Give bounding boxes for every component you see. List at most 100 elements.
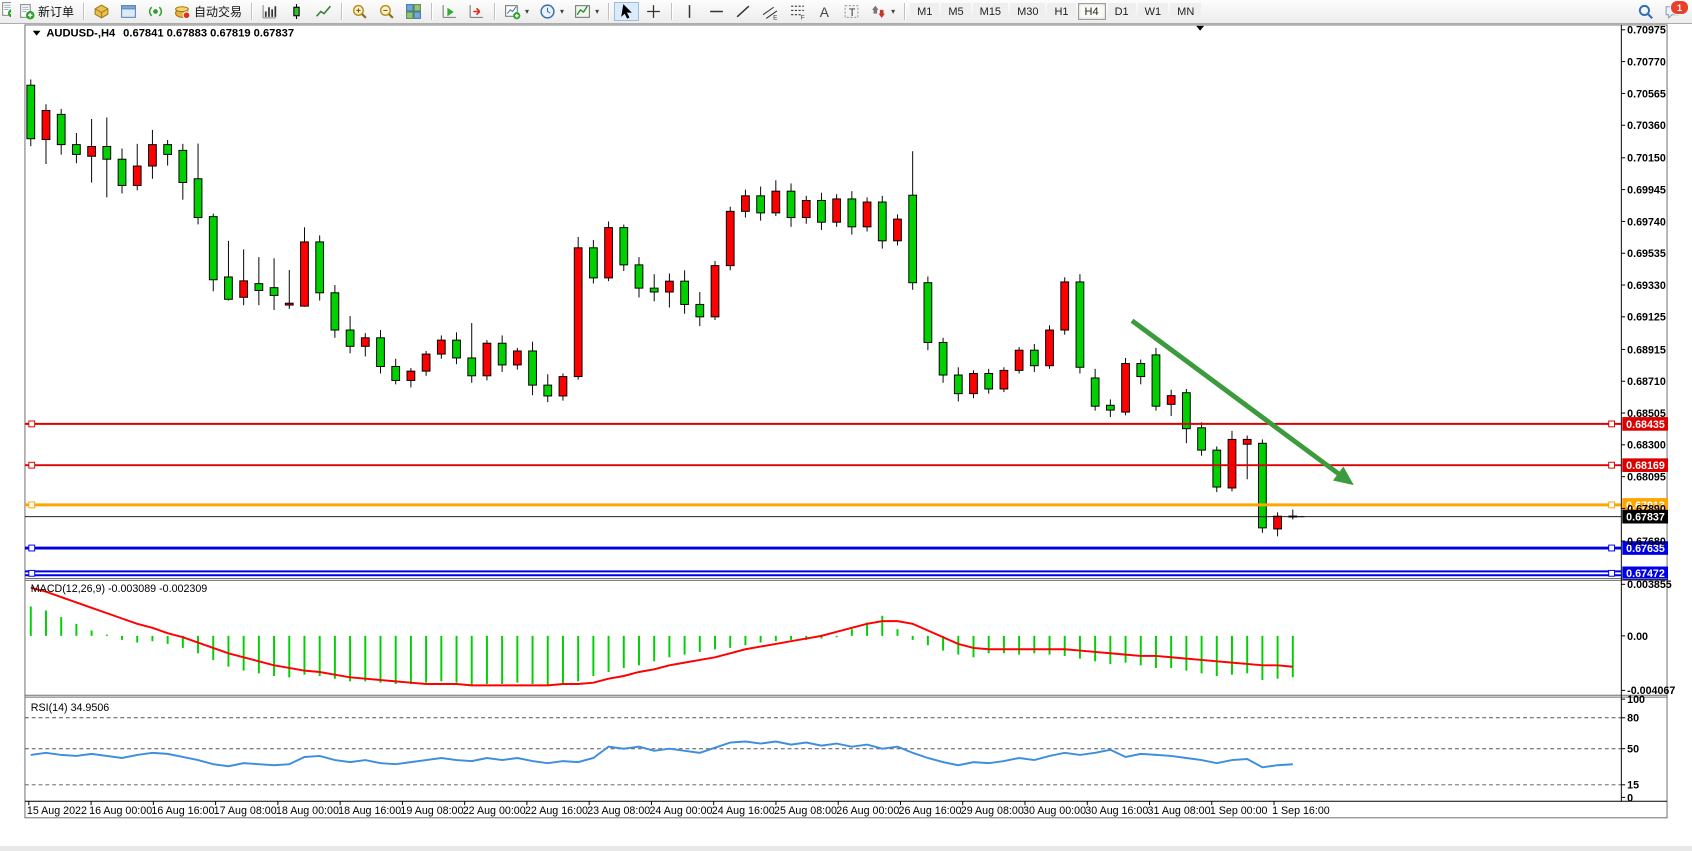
rsi-axis-label: 0: [1627, 792, 1633, 804]
fibonacci-button[interactable]: F: [785, 2, 810, 21]
chart-canvas[interactable]: 0.684350.681690.679130.678370.676350.674…: [0, 23, 1692, 846]
auto-trading-button-label: 自动交易: [194, 3, 242, 20]
line-handle[interactable]: [29, 462, 35, 468]
candle: [1106, 405, 1114, 410]
chevron-down-icon: ▾: [595, 7, 599, 16]
line-handle[interactable]: [29, 502, 35, 508]
new-chart-button[interactable]: ▾: [500, 2, 533, 21]
line-handle[interactable]: [1609, 570, 1615, 576]
time-axis-label: 30 Aug 16:00: [1085, 805, 1148, 817]
candle: [392, 366, 400, 380]
cursor-button[interactable]: [614, 2, 639, 21]
line-chart-mode-button[interactable]: [311, 2, 336, 21]
auto-scroll-icon: [441, 3, 458, 20]
search-button[interactable]: [1633, 2, 1658, 21]
time-axis-label: 18 Aug 16:00: [338, 805, 401, 817]
timeframe-h4[interactable]: H4: [1078, 3, 1106, 20]
toolbar-group-7: E F AT ▾: [676, 0, 900, 23]
macd-axis-label: 0.00: [1627, 631, 1648, 643]
timeframe-h1[interactable]: H1: [1047, 3, 1075, 20]
chart-shift-button[interactable]: [464, 2, 489, 21]
trendline-button[interactable]: [731, 2, 756, 21]
chart-header-symbol: AUDUSD-,H4: [46, 28, 116, 40]
toolbar-separator: [671, 3, 672, 20]
candle: [240, 281, 248, 297]
zoom-in-button[interactable]: [347, 2, 372, 21]
auto-scroll-button[interactable]: [437, 2, 462, 21]
timeframe-m30[interactable]: M30: [1010, 3, 1045, 20]
auto-trading-button[interactable]: 自动交易: [170, 2, 246, 21]
toolbar-separator: [494, 3, 495, 20]
crosshair-button[interactable]: [641, 2, 666, 21]
tile-windows-button[interactable]: [401, 2, 426, 21]
doc-plus-icon: [18, 3, 35, 20]
timeframe-m5[interactable]: M5: [941, 3, 970, 20]
line-handle[interactable]: [29, 570, 35, 576]
chart-shift-icon: [468, 3, 485, 20]
text-label-button[interactable]: T: [839, 2, 864, 21]
time-axis-label: 24 Aug 16:00: [712, 805, 775, 817]
timeframe-mn[interactable]: MN: [1170, 3, 1201, 20]
candle: [1152, 355, 1160, 406]
profiles-button[interactable]: ▾: [535, 2, 568, 21]
candle: [1091, 378, 1099, 406]
vertical-line-button[interactable]: [677, 2, 702, 21]
candle: [848, 199, 856, 227]
zoom-out-button[interactable]: [374, 2, 399, 21]
candle: [635, 265, 643, 288]
bar-chart-mode-button[interactable]: [257, 2, 282, 21]
rsi-axis-label: 15: [1627, 780, 1639, 792]
candle: [620, 228, 628, 265]
line-handle[interactable]: [29, 545, 35, 551]
timeframe-m15[interactable]: M15: [973, 3, 1008, 20]
price-axis-label: 0.69945: [1627, 185, 1666, 197]
candle: [73, 145, 81, 155]
line-handle[interactable]: [1609, 421, 1615, 427]
toolbar-separator: [251, 3, 252, 20]
market-depth-button[interactable]: [89, 2, 114, 21]
price-axis-label: 0.68710: [1627, 376, 1666, 388]
svg-text:T: T: [849, 7, 856, 19]
price-badge-label: 0.68169: [1626, 460, 1665, 472]
candle: [833, 199, 841, 222]
candle: [574, 248, 582, 377]
time-axis-label: 24 Aug 00:00: [649, 805, 712, 817]
toolbar-group-2: [256, 0, 337, 23]
toolbar-separator: [904, 3, 905, 20]
indicators-button[interactable]: ▾: [570, 2, 603, 21]
clock-icon: [539, 3, 556, 20]
candlestick-mode-button[interactable]: [284, 2, 309, 21]
candle: [1046, 330, 1054, 366]
new-order-button[interactable]: 新订单: [14, 2, 78, 21]
hline-icon: [708, 3, 725, 20]
arrows-button[interactable]: ▾: [866, 2, 899, 21]
horizontal-line-button[interactable]: [704, 2, 729, 21]
toolbar-group-3: [346, 0, 427, 23]
channel-button[interactable]: E: [758, 2, 783, 21]
candle: [1061, 282, 1069, 330]
candle: [1198, 428, 1206, 450]
price-axis-label: 0.70975: [1627, 25, 1666, 37]
svg-text:F: F: [801, 14, 805, 20]
candle: [468, 358, 476, 376]
text-button[interactable]: A: [812, 2, 837, 21]
candle: [149, 145, 157, 166]
notifications-button[interactable]: 1: [1660, 2, 1685, 21]
price-axis-label: 0.70770: [1627, 57, 1666, 69]
timeframe-w1[interactable]: W1: [1138, 3, 1169, 20]
candle: [757, 196, 765, 213]
time-axis-label: 1 Sep 00:00: [1210, 805, 1268, 817]
line-handle[interactable]: [1609, 462, 1615, 468]
candle: [1167, 396, 1175, 405]
time-axis-label: 16 Aug 00:00: [89, 805, 152, 817]
timeframe-m1[interactable]: M1: [910, 3, 939, 20]
time-axis-label: 18 Aug 00:00: [276, 805, 339, 817]
candle: [1122, 364, 1130, 413]
line-handle[interactable]: [1609, 502, 1615, 508]
timeframe-d1[interactable]: D1: [1108, 3, 1136, 20]
shapes-icon: [870, 3, 887, 20]
line-handle[interactable]: [1609, 545, 1615, 551]
line-handle[interactable]: [29, 421, 35, 427]
terminal-window-button[interactable]: [116, 2, 141, 21]
webtrader-button[interactable]: [143, 2, 168, 21]
